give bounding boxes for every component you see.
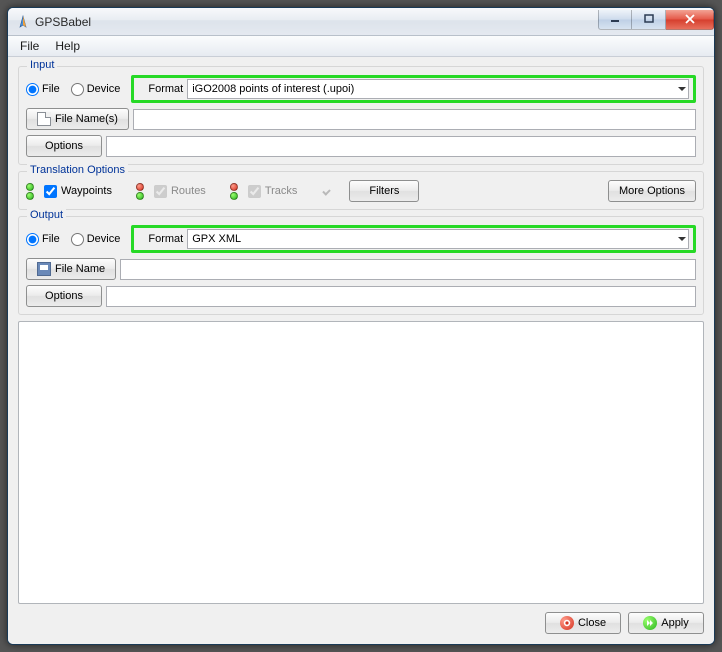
file-icon: [37, 112, 51, 126]
routes-checkbox-input: [154, 185, 167, 198]
input-device-radio[interactable]: Device: [71, 83, 121, 96]
tracks-checkbox-input: [248, 185, 261, 198]
input-format-label: Format: [148, 83, 183, 95]
content-area: Input File Device Format iGO2008 points …: [8, 57, 714, 644]
stop-icon: [560, 616, 574, 630]
menu-file[interactable]: File: [12, 37, 47, 55]
tracks-label: Tracks: [265, 185, 298, 197]
output-format-highlight: Format GPX XML: [131, 225, 696, 253]
close-button[interactable]: [666, 10, 714, 30]
app-icon: [15, 14, 31, 30]
more-options-label: More Options: [619, 185, 685, 197]
output-file-radio-input[interactable]: [26, 233, 39, 246]
output-device-radio-input[interactable]: [71, 233, 84, 246]
input-filenames-label: File Name(s): [55, 113, 118, 125]
output-options-button[interactable]: Options: [26, 285, 102, 307]
titlebar[interactable]: GPSBabel: [8, 8, 714, 36]
chevron-down-icon: [678, 87, 686, 91]
input-device-radio-label: Device: [87, 83, 121, 95]
filters-button[interactable]: Filters: [349, 180, 419, 202]
output-group: Output File Device Format GPX XML: [18, 216, 704, 315]
routes-checkbox: Routes: [154, 185, 206, 198]
input-file-radio-input[interactable]: [26, 83, 39, 96]
footer: Close Apply: [18, 610, 704, 634]
chevron-down-icon: [678, 237, 686, 241]
tracks-checkbox: Tracks: [248, 185, 298, 198]
input-format-highlight: Format iGO2008 points of interest (.upoi…: [131, 75, 696, 103]
output-format-combo[interactable]: GPX XML: [187, 229, 689, 249]
close-action-label: Close: [578, 617, 606, 629]
apply-label: Apply: [661, 617, 689, 629]
log-output[interactable]: [18, 321, 704, 604]
input-filenames-button[interactable]: File Name(s): [26, 108, 129, 130]
input-file-radio-label: File: [42, 83, 60, 95]
waypoints-label: Waypoints: [61, 185, 112, 197]
output-filename-field[interactable]: [120, 259, 696, 280]
waypoints-checkbox-input[interactable]: [44, 185, 57, 198]
save-icon: [37, 262, 51, 276]
close-action-button[interactable]: Close: [545, 612, 621, 634]
routes-lights-icon: [136, 183, 144, 200]
maximize-button[interactable]: [632, 10, 666, 30]
checkmark-icon: [321, 183, 337, 199]
output-device-radio[interactable]: Device: [71, 233, 121, 246]
more-options-button[interactable]: More Options: [608, 180, 696, 202]
output-device-radio-label: Device: [87, 233, 121, 245]
output-filename-button[interactable]: File Name: [26, 258, 116, 280]
apply-button[interactable]: Apply: [628, 612, 704, 634]
input-file-radio[interactable]: File: [26, 83, 60, 96]
filters-label: Filters: [369, 185, 399, 197]
output-file-radio[interactable]: File: [26, 233, 60, 246]
input-group: Input File Device Format iGO2008 points …: [18, 66, 704, 165]
output-options-label: Options: [45, 290, 83, 302]
translation-group: Translation Options Waypoints Routes: [18, 171, 704, 210]
minimize-button[interactable]: [598, 10, 632, 30]
waypoints-checkbox[interactable]: Waypoints: [44, 185, 112, 198]
input-filenames-field[interactable]: [133, 109, 696, 130]
input-options-label: Options: [45, 140, 83, 152]
input-options-button[interactable]: Options: [26, 135, 102, 157]
input-format-value: iGO2008 points of interest (.upoi): [192, 83, 354, 95]
window-title: GPSBabel: [35, 15, 91, 29]
input-options-field[interactable]: [106, 136, 696, 157]
output-file-radio-label: File: [42, 233, 60, 245]
menu-help[interactable]: Help: [47, 37, 88, 55]
routes-label: Routes: [171, 185, 206, 197]
apply-icon: [643, 616, 657, 630]
output-format-value: GPX XML: [192, 233, 241, 245]
translation-legend: Translation Options: [27, 164, 128, 176]
app-window: GPSBabel File Help Input File: [7, 7, 715, 645]
output-options-field[interactable]: [106, 286, 696, 307]
input-format-combo[interactable]: iGO2008 points of interest (.upoi): [187, 79, 689, 99]
input-device-radio-input[interactable]: [71, 83, 84, 96]
output-legend: Output: [27, 209, 66, 221]
window-controls: [598, 14, 714, 30]
input-legend: Input: [27, 59, 57, 71]
menubar: File Help: [8, 36, 714, 57]
output-filename-label: File Name: [55, 263, 105, 275]
waypoints-lights-icon: [26, 183, 34, 200]
tracks-lights-icon: [230, 183, 238, 200]
output-format-label: Format: [148, 233, 183, 245]
